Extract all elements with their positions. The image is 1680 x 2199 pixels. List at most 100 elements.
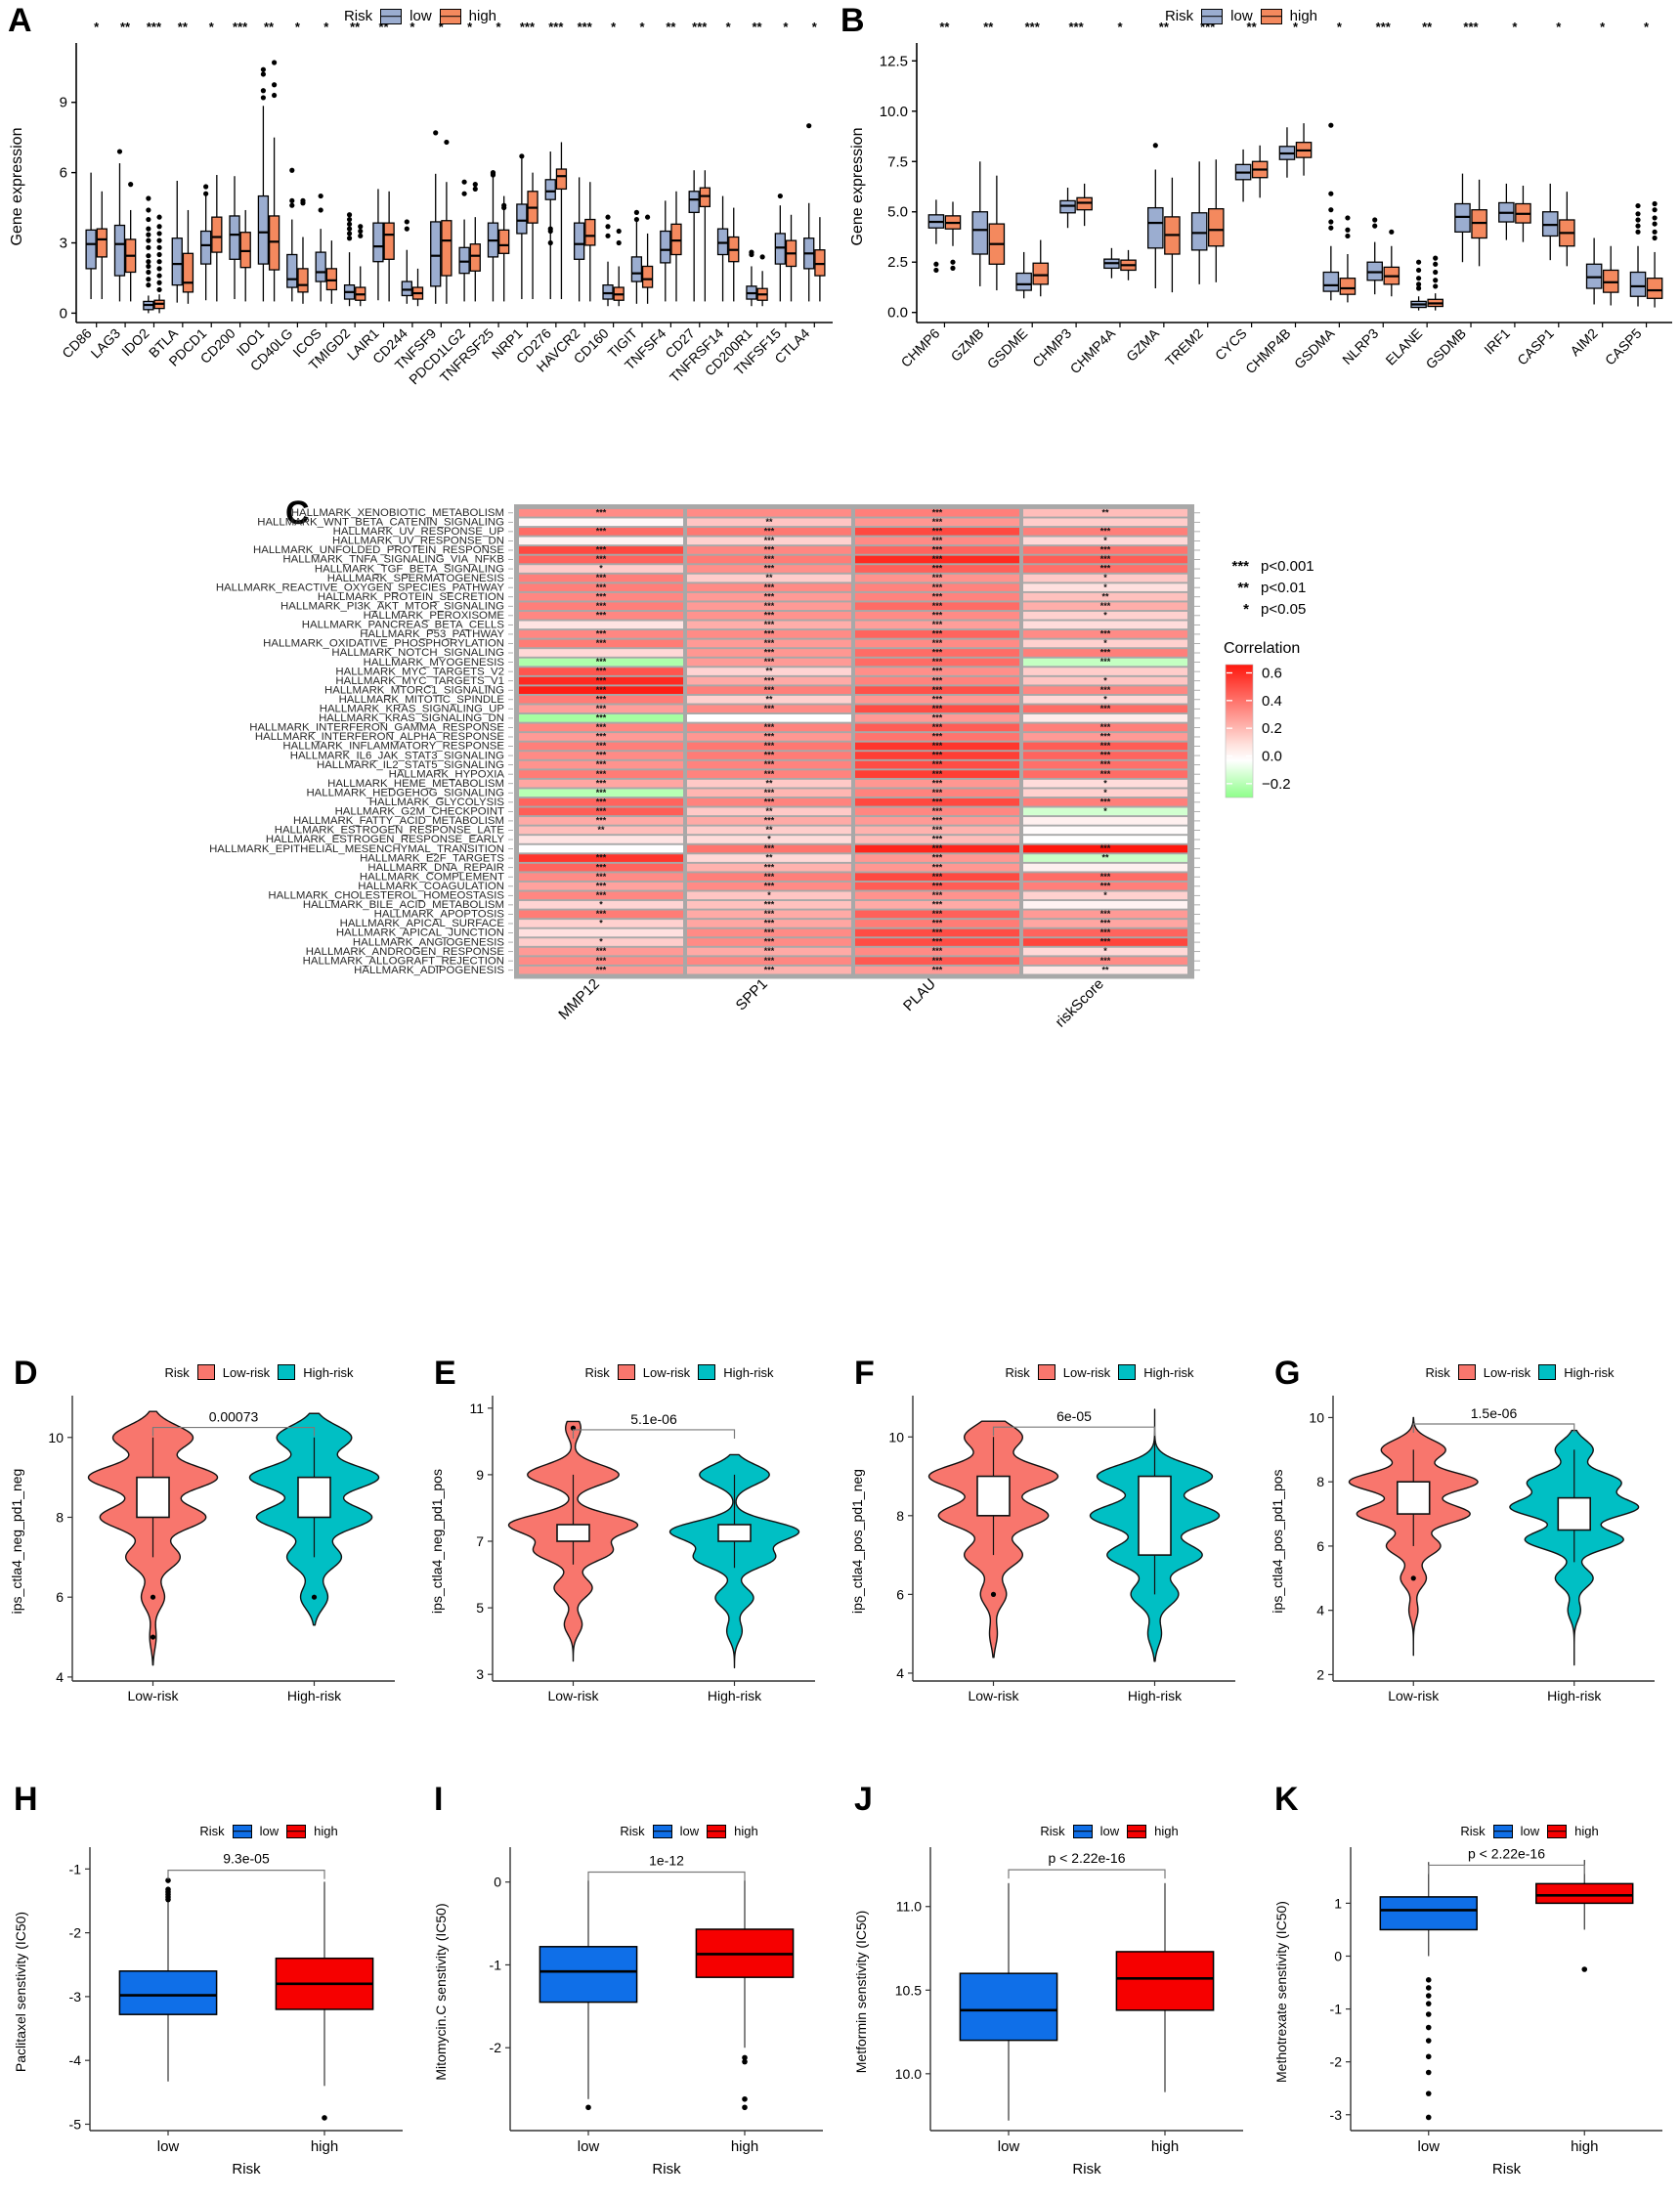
svg-text:***: ***	[596, 797, 607, 806]
svg-text:***: ***	[1100, 704, 1111, 713]
svg-text:AIM2: AIM2	[1567, 325, 1601, 360]
svg-text:***: ***	[764, 582, 775, 592]
legend-title: Risk	[620, 1824, 645, 1838]
svg-text:**: **	[765, 573, 773, 582]
svg-text:**: **	[765, 853, 773, 863]
legend-label-low: low	[1520, 1824, 1540, 1838]
svg-text:***: ***	[764, 704, 775, 713]
svg-text:***: ***	[1100, 685, 1111, 695]
svg-text:NLRP3: NLRP3	[1339, 325, 1381, 367]
legend-label-low-risk: Low-risk	[1483, 1364, 1531, 1380]
legend-label-low: low	[1099, 1824, 1120, 1838]
svg-text:***: ***	[1100, 769, 1111, 779]
svg-text:0.4: 0.4	[1262, 693, 1282, 710]
svg-text:***: ***	[1100, 545, 1111, 555]
svg-text:***: ***	[1100, 956, 1111, 966]
svg-text:*: *	[1103, 890, 1107, 900]
legend-label-high-risk: High-risk	[1564, 1364, 1615, 1380]
svg-text:***: ***	[932, 788, 943, 798]
svg-text:***: ***	[1100, 732, 1111, 742]
svg-text:***: ***	[932, 601, 943, 611]
svg-text:−0.2: −0.2	[1262, 776, 1291, 793]
svg-text:***: ***	[596, 704, 607, 713]
panel-f-violin: 4 6 8 10 ips_ctla4_pos_pd1_neg Low-risk High-r…	[849, 1396, 1235, 1703]
svg-text:**: **	[597, 825, 605, 835]
svg-text:***: ***	[932, 759, 943, 769]
svg-text:**: **	[1422, 20, 1433, 34]
legend-swatch-high	[1547, 1824, 1568, 1838]
panel-f: Risk Low-risk High-risk 4 6 8 10 ips_ctla4_p…	[840, 1358, 1261, 1749]
svg-text:***: ***	[1231, 558, 1249, 575]
svg-text:***: ***	[596, 712, 607, 722]
svg-text:***: ***	[932, 899, 943, 909]
svg-text:*: *	[767, 835, 771, 844]
legend-swatch-high	[286, 1824, 307, 1838]
panel-k-legend: Risk low high	[1398, 1824, 1661, 1838]
svg-text:***: ***	[1100, 872, 1111, 882]
svg-text:***: ***	[764, 816, 775, 826]
svg-text:***: ***	[1100, 843, 1111, 853]
svg-text:***: ***	[932, 806, 943, 816]
legend-title: Risk	[1164, 8, 1194, 24]
svg-text:***: ***	[932, 667, 943, 676]
svg-text:***: ***	[596, 759, 607, 769]
svg-text:ips_ctla4_neg_pd1_pos: ips_ctla4_neg_pd1_pos	[429, 1469, 445, 1614]
svg-text:***: ***	[596, 946, 607, 956]
svg-text:Low-risk: Low-risk	[1388, 1688, 1440, 1703]
svg-text:CHMP4A: CHMP4A	[1067, 324, 1119, 376]
svg-text:***: ***	[764, 881, 775, 890]
svg-text:***: ***	[932, 554, 943, 564]
legend-swatch-low-risk	[196, 1364, 215, 1380]
svg-text:*: *	[611, 20, 617, 34]
svg-text:*: *	[1103, 806, 1107, 816]
svg-text:*: *	[1512, 20, 1518, 34]
svg-text:Gene expression: Gene expression	[849, 128, 866, 246]
svg-text:8: 8	[1316, 1474, 1324, 1489]
svg-text:Risk: Risk	[652, 2161, 681, 2177]
svg-text:*: *	[1103, 946, 1107, 956]
legend-label-low-risk: Low-risk	[222, 1364, 271, 1380]
svg-text:***: ***	[764, 946, 775, 956]
svg-text:***: ***	[1100, 741, 1111, 751]
svg-text:***: ***	[932, 797, 943, 806]
svg-text:p<0.05: p<0.05	[1261, 601, 1306, 618]
svg-text:2: 2	[1316, 1666, 1324, 1682]
legend-swatch-low-risk	[1457, 1364, 1476, 1380]
svg-text:4: 4	[896, 1665, 904, 1681]
legend-label-high: high	[314, 1824, 338, 1838]
svg-text:*: *	[1103, 788, 1107, 798]
svg-text:***: ***	[764, 741, 775, 751]
svg-text:High-risk: High-risk	[708, 1688, 762, 1703]
svg-text:***: ***	[932, 517, 943, 527]
svg-text:**: **	[765, 825, 773, 835]
svg-text:***: ***	[932, 629, 943, 639]
svg-text:8: 8	[896, 1508, 904, 1524]
legend-label-low-risk: Low-risk	[642, 1364, 691, 1380]
svg-text:1e-12: 1e-12	[649, 1852, 684, 1868]
svg-text:-3: -3	[1330, 2107, 1343, 2123]
svg-text:**: **	[765, 667, 773, 676]
legend-swatch-high	[1127, 1824, 1147, 1838]
svg-text:low: low	[578, 2138, 600, 2155]
svg-text:**: **	[1237, 580, 1249, 596]
panel-e-legend: Risk Low-risk High-risk	[542, 1364, 816, 1380]
svg-text:***: ***	[932, 564, 943, 574]
svg-text:**: **	[765, 806, 773, 816]
svg-text:CHMP4B: CHMP4B	[1242, 325, 1294, 377]
legend-label-low: low	[409, 8, 432, 24]
svg-text:***: ***	[596, 629, 607, 639]
svg-text:6e-05: 6e-05	[1056, 1408, 1092, 1424]
panel-b-plot: 0.02.55.07.510.012.5Gene expression**CHM…	[849, 20, 1672, 377]
svg-text:-4: -4	[69, 2052, 82, 2068]
svg-text:0.2: 0.2	[1262, 720, 1282, 737]
svg-text:***: ***	[932, 778, 943, 788]
svg-text:low: low	[998, 2138, 1020, 2155]
panel-c-heatmap: HALLMARK_XENOBIOTIC_METABOLISM *** *** **HA…	[209, 504, 1314, 1031]
svg-text:Methotrexate senstivity (IC50): Methotrexate senstivity (IC50)	[1273, 1901, 1289, 2083]
panel-i-legend: Risk low high	[557, 1824, 821, 1838]
svg-text:***: ***	[596, 694, 607, 704]
svg-text:**: **	[120, 20, 131, 34]
panel-g: Risk Low-risk High-risk 2 4 6 8 10 ips_ctla4_…	[1261, 1358, 1680, 1749]
svg-text:CYCS: CYCS	[1212, 325, 1250, 364]
svg-text:***: ***	[764, 648, 775, 658]
